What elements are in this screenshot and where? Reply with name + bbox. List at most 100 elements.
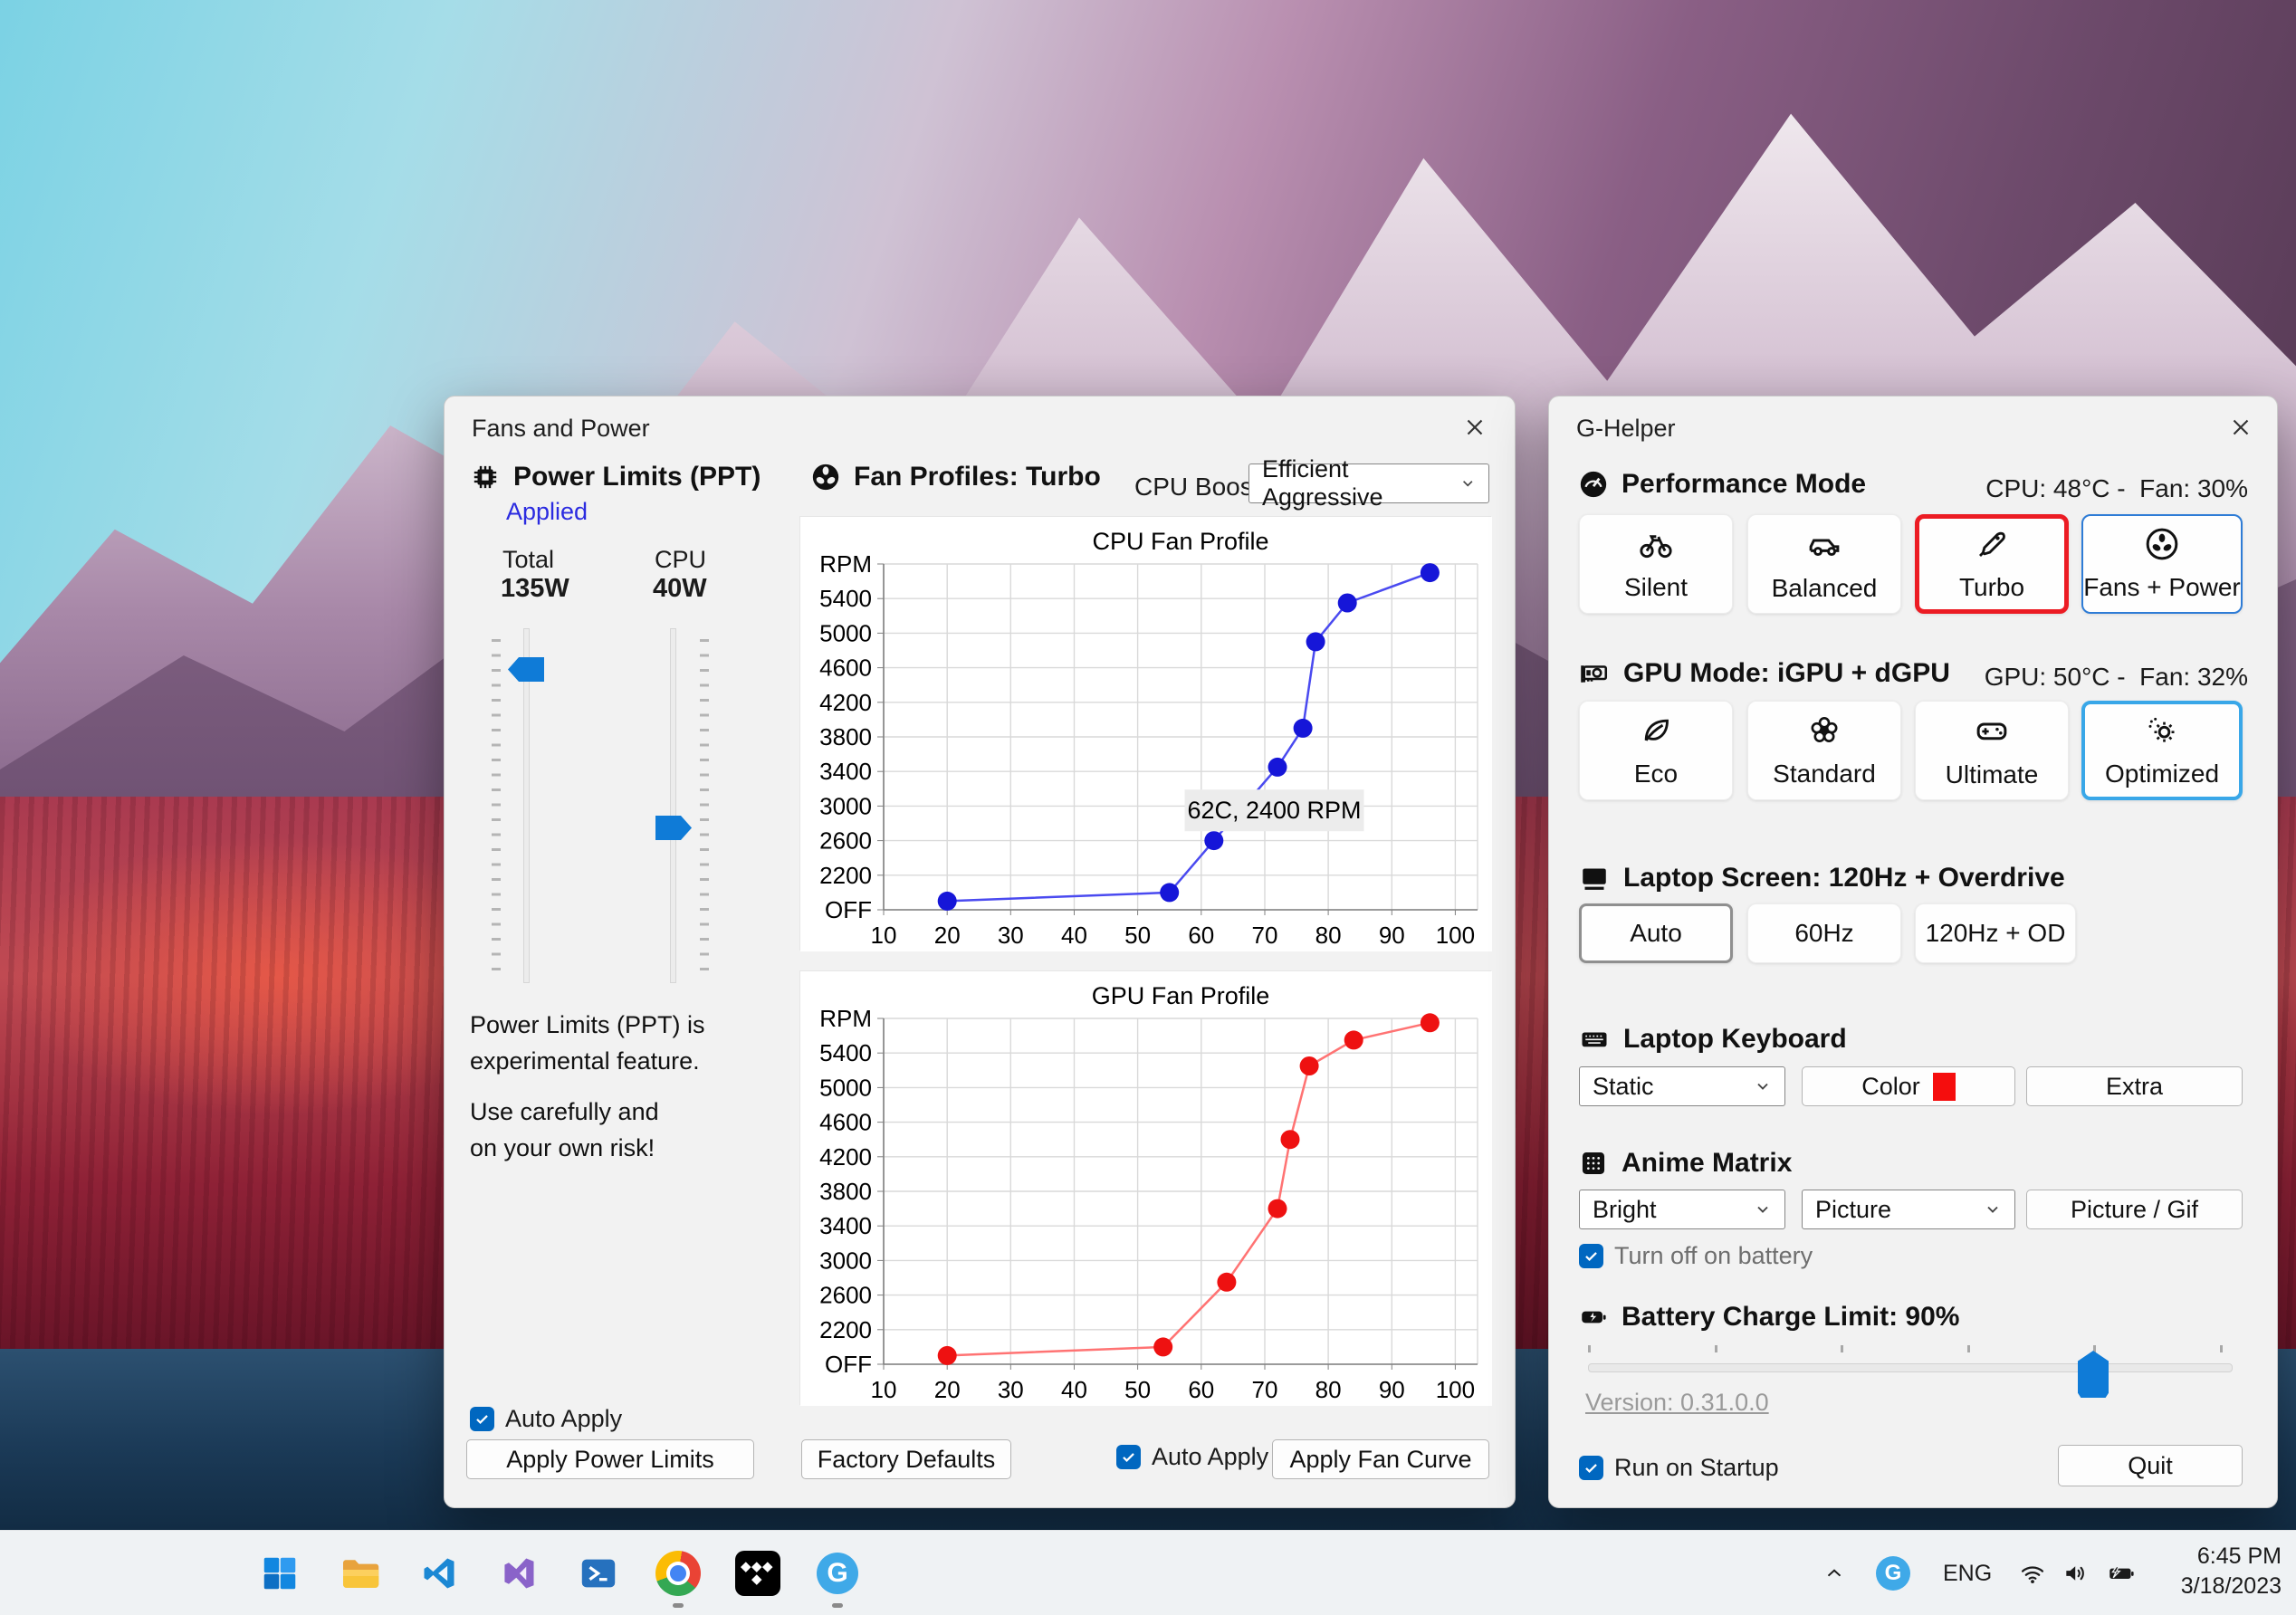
powershell-button[interactable] [572, 1547, 625, 1600]
gpu-button-eco[interactable]: Eco [1579, 701, 1733, 800]
fans-window-titlebar[interactable]: Fans and Power [445, 397, 1515, 451]
screen-button-auto[interactable]: Auto [1579, 903, 1733, 963]
cpu-slider-thumb[interactable] [655, 816, 692, 840]
visual-studio-icon [504, 1558, 534, 1589]
mode-button-balanced[interactable]: Balanced [1747, 514, 1901, 614]
turn-off-on-battery-checkbox[interactable]: Turn off on battery [1579, 1242, 1813, 1270]
ghelper-close-button[interactable] [2223, 411, 2259, 444]
auto-apply-fan-checkbox[interactable]: Auto Apply [1116, 1443, 1268, 1471]
svg-text:90: 90 [1379, 922, 1405, 949]
visual-studio-button[interactable] [493, 1547, 545, 1600]
fan-icon [2146, 528, 2178, 560]
gpu-fan-curve-chart[interactable]: GPU Fan Profile 10 20 30 40 50 60 70 80 90 100 OFF 2… [799, 970, 1492, 1406]
svg-text:5400: 5400 [819, 1039, 872, 1066]
screen-button-60hz[interactable]: 60Hz [1747, 903, 1901, 963]
gpu-card-icon [1581, 665, 1608, 683]
vscode-button[interactable] [413, 1547, 465, 1600]
mode-button-fans-power[interactable]: Fans + Power [2081, 514, 2243, 614]
apply-power-limits-button[interactable]: Apply Power Limits [466, 1439, 754, 1479]
power-limits-applied-link[interactable]: Applied [506, 498, 588, 526]
svg-text:30: 30 [998, 922, 1024, 949]
cpu-boost-dropdown[interactable]: Efficient Aggressive [1248, 455, 1489, 511]
version-link[interactable]: Version: 0.31.0.0 [1585, 1389, 1769, 1417]
ghelper-tray-icon: G [1876, 1556, 1910, 1591]
taskbar: ◆ ◆ ◆ ◆ G G ENG 6:45 PM 3/18/2023 [0, 1530, 2296, 1615]
ghelper-titlebar[interactable]: G-Helper [1549, 397, 2277, 451]
keyboard-extra-button[interactable]: Extra [2026, 1066, 2243, 1106]
language-indicator[interactable]: ENG [1943, 1561, 1992, 1587]
svg-text:4600: 4600 [819, 655, 872, 682]
chip-icon [474, 465, 497, 489]
apply-fan-curve-button[interactable]: Apply Fan Curve [1272, 1439, 1489, 1479]
factory-defaults-button[interactable]: Factory Defaults [801, 1439, 1011, 1479]
gear-spark-icon [2148, 717, 2175, 742]
anime-picture-gif-button[interactable]: Picture / Gif [2026, 1190, 2243, 1229]
tray-expand-button[interactable] [1814, 1547, 1854, 1600]
windows-start-icon [263, 1557, 296, 1590]
wifi-tray-button[interactable] [2012, 1547, 2053, 1600]
svg-text:30: 30 [998, 1376, 1024, 1403]
leaf-icon [1644, 719, 1669, 741]
cpu-slider-track[interactable] [670, 628, 676, 983]
svg-text:5000: 5000 [819, 619, 872, 646]
svg-text:4600: 4600 [819, 1109, 872, 1136]
power-limits-header: Power Limits (PPT) [470, 462, 761, 492]
folder-icon [343, 1560, 379, 1588]
battery-slider-track[interactable] [1588, 1363, 2233, 1372]
svg-text:4200: 4200 [819, 689, 872, 716]
volume-tray-button[interactable] [2055, 1547, 2097, 1600]
svg-text:OFF: OFF [825, 896, 872, 923]
svg-text:20: 20 [934, 922, 961, 949]
anime-mode-dropdown[interactable]: Picture [1802, 1190, 2015, 1229]
fan-profiles-header: Fan Profiles: Turbo [810, 462, 1101, 492]
svg-text:10: 10 [871, 1376, 897, 1403]
svg-text:2600: 2600 [819, 827, 872, 855]
anime-brightness-dropdown[interactable]: Bright [1579, 1190, 1785, 1229]
checkbox-checked-icon [1116, 1445, 1141, 1469]
svg-text:3400: 3400 [819, 1212, 872, 1239]
quit-button[interactable]: Quit [2058, 1445, 2243, 1486]
chrome-button[interactable] [652, 1547, 704, 1600]
battery-slider-thumb[interactable] [2078, 1351, 2109, 1398]
gpu-button-ultimate[interactable]: Ultimate [1915, 701, 2069, 800]
chevron-down-icon [1987, 1206, 1998, 1213]
battery-tray-button[interactable] [2099, 1547, 2144, 1600]
checkbox-checked-icon [470, 1407, 494, 1431]
keyboard-icon [1582, 1032, 1607, 1047]
svg-text:2200: 2200 [819, 862, 872, 889]
svg-text:RPM: RPM [819, 550, 872, 578]
svg-text:GPU Fan Profile: GPU Fan Profile [1092, 982, 1270, 1009]
tray-date: 3/18/2023 [2180, 1573, 2282, 1599]
svg-text:4200: 4200 [819, 1143, 872, 1171]
gpu-button-standard[interactable]: Standard [1747, 701, 1901, 800]
mode-button-silent[interactable]: Silent [1579, 514, 1733, 614]
screen-button-120hz-od[interactable]: 120Hz + OD [1915, 903, 2076, 963]
power-limits-warning-2: Use carefully and on your own risk! [470, 1098, 659, 1161]
tidal-icon: ◆ ◆ ◆ ◆ [735, 1551, 780, 1596]
matrix-grid-icon [1582, 1152, 1605, 1175]
powershell-icon [581, 1559, 616, 1588]
run-on-startup-checkbox[interactable]: Run on Startup [1579, 1454, 1779, 1482]
svg-text:3000: 3000 [819, 792, 872, 819]
svg-text:5400: 5400 [819, 585, 872, 612]
auto-apply-power-checkbox[interactable]: Auto Apply [470, 1405, 622, 1433]
cpu-fan-curve-chart[interactable]: CPU Fan Profile 10 20 30 40 50 60 70 80 90 100 OFF 2… [799, 516, 1492, 951]
tray-ghelper-button[interactable]: G [1870, 1547, 1916, 1600]
battery-charging-icon [2109, 1565, 2134, 1579]
ghelper-icon: G [817, 1553, 858, 1594]
svg-text:3800: 3800 [819, 1178, 872, 1205]
svg-text:CPU Fan Profile: CPU Fan Profile [1092, 528, 1268, 555]
total-slider-thumb[interactable] [508, 657, 544, 682]
start-button[interactable] [254, 1547, 306, 1600]
gpu-button-optimized[interactable]: Optimized [2081, 701, 2243, 800]
fans-window-close-button[interactable] [1457, 411, 1493, 444]
close-icon [1467, 419, 1483, 435]
ghelper-window-title: G-Helper [1576, 415, 1676, 442]
keyboard-color-button[interactable]: Color [1802, 1066, 2015, 1106]
ghelper-taskbar-button[interactable]: G [811, 1547, 864, 1600]
tidal-button[interactable]: ◆ ◆ ◆ ◆ [732, 1547, 784, 1600]
clock[interactable]: 6:45 PM 3/18/2023 [2181, 1542, 2282, 1601]
file-explorer-button[interactable] [333, 1547, 386, 1600]
mode-button-turbo[interactable]: Turbo [1915, 514, 2069, 614]
keyboard-mode-dropdown[interactable]: Static [1579, 1066, 1785, 1106]
